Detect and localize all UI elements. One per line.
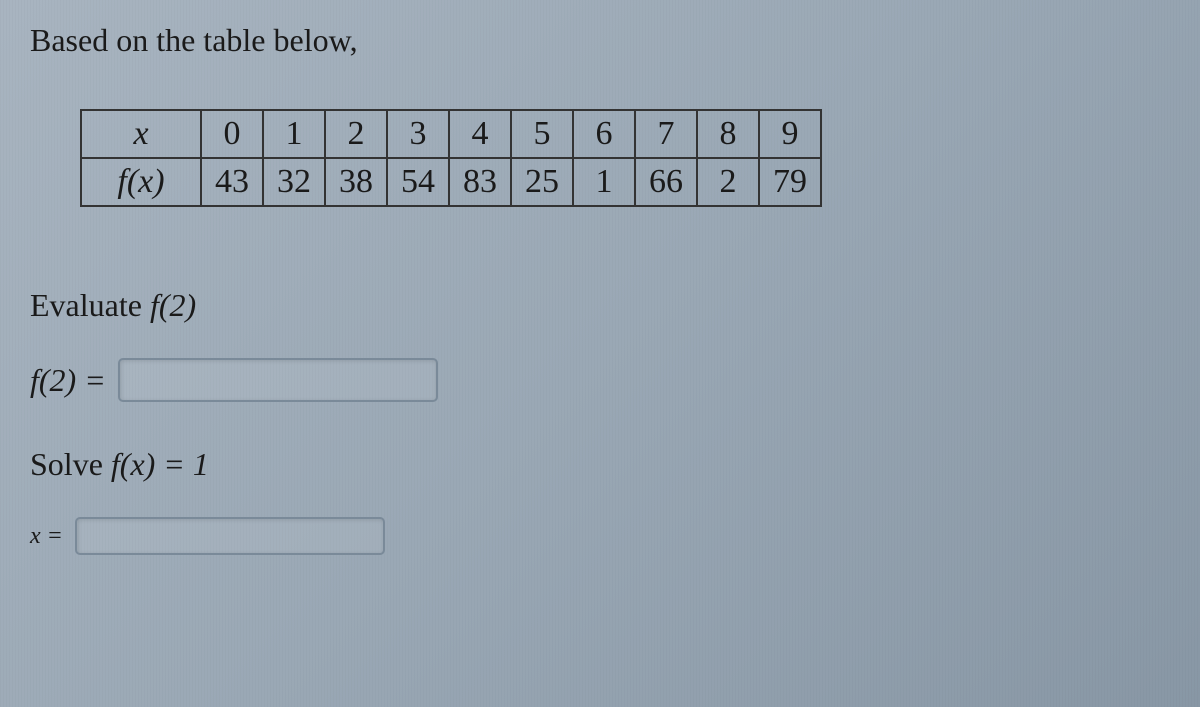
table-cell: 7: [635, 110, 697, 158]
table-cell: 66: [635, 158, 697, 206]
table-cell: 32: [263, 158, 325, 206]
table-cell: 5: [511, 110, 573, 158]
intro-text: Based on the table below,: [30, 22, 1170, 59]
table-cell: 3: [387, 110, 449, 158]
table-cell: 2: [697, 158, 759, 206]
question-1: Evaluate f(2): [30, 287, 1170, 324]
table-cell: 79: [759, 158, 821, 206]
function-table: x 0 1 2 3 4 5 6 7 8 9 f(x) 43 32 38 54 8…: [80, 109, 822, 207]
answer-row-2: x =: [30, 517, 1170, 555]
answer-1-label: f(2) =: [30, 362, 106, 399]
table-cell: 38: [325, 158, 387, 206]
table-cell: 9: [759, 110, 821, 158]
table-cell: 54: [387, 158, 449, 206]
row-header-fx: f(x): [81, 158, 201, 206]
function-table-wrap: x 0 1 2 3 4 5 6 7 8 9 f(x) 43 32 38 54 8…: [30, 109, 1170, 207]
table-cell: 2: [325, 110, 387, 158]
answer-1-input[interactable]: [118, 358, 438, 402]
question-2: Solve f(x) = 1: [30, 446, 1170, 483]
table-cell: 6: [573, 110, 635, 158]
answer-2-label: x =: [30, 523, 63, 550]
row-header-x: x: [81, 110, 201, 158]
answer-2-input[interactable]: [75, 517, 385, 555]
table-row: x 0 1 2 3 4 5 6 7 8 9: [81, 110, 821, 158]
table-cell: 4: [449, 110, 511, 158]
answer-row-1: f(2) =: [30, 358, 1170, 402]
table-cell: 25: [511, 158, 573, 206]
table-cell: 8: [697, 110, 759, 158]
table-cell: 43: [201, 158, 263, 206]
table-cell: 83: [449, 158, 511, 206]
table-row: f(x) 43 32 38 54 83 25 1 66 2 79: [81, 158, 821, 206]
table-cell: 1: [573, 158, 635, 206]
table-cell: 1: [263, 110, 325, 158]
table-cell: 0: [201, 110, 263, 158]
